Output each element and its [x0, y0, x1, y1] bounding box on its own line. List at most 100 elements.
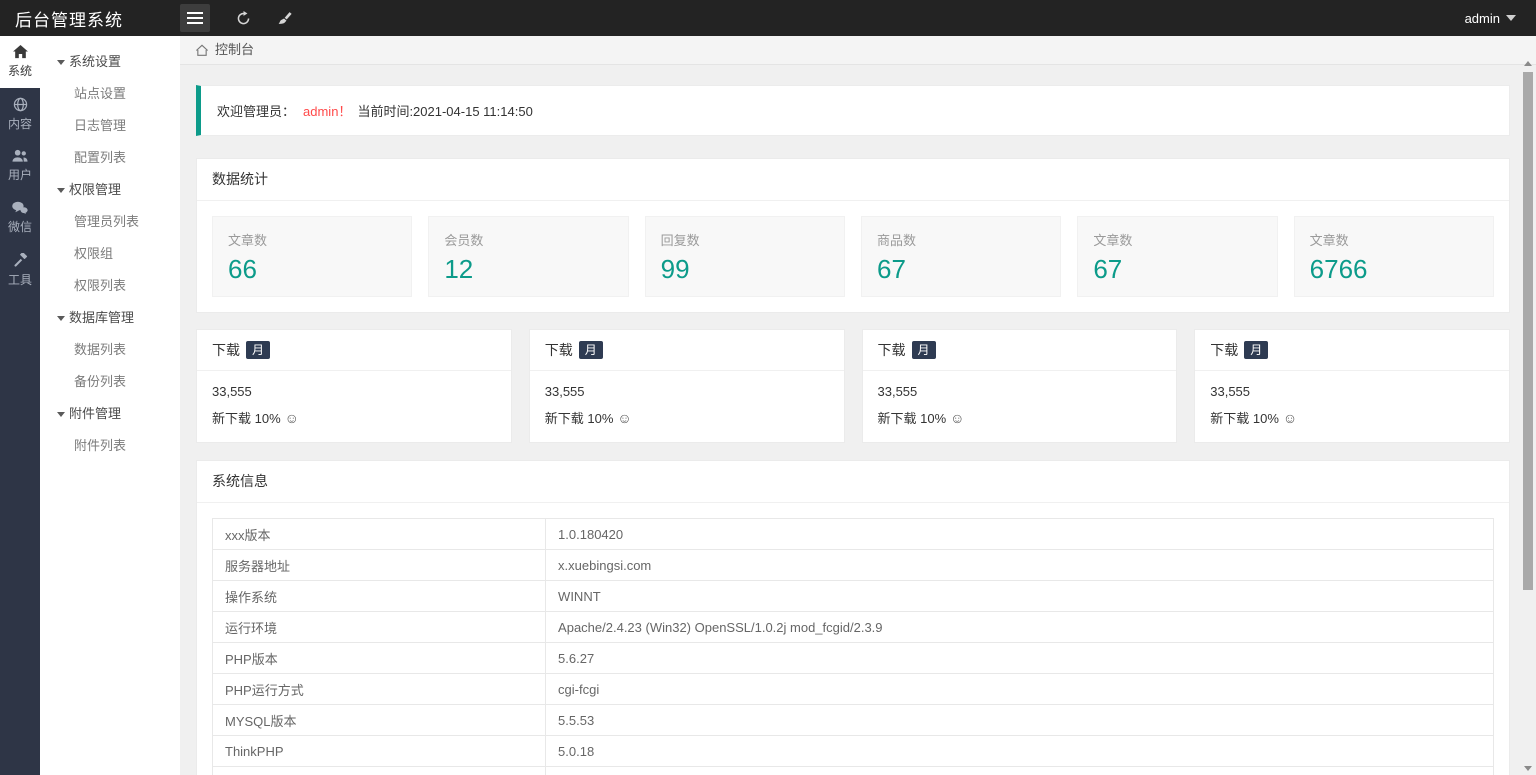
sidebar-group-attachment[interactable]: 附件管理	[40, 398, 180, 430]
caret-down-icon	[57, 315, 65, 321]
sidebar-item-backup-list[interactable]: 备份列表	[40, 366, 180, 398]
home-icon	[12, 45, 28, 59]
rail-item-content[interactable]: 内容	[0, 88, 40, 140]
table-row: PHP版本 5.6.27	[211, 642, 1494, 674]
icon-rail: 系统 内容 用户 微信 工具	[0, 36, 40, 775]
download-count: 33,555	[1210, 384, 1251, 399]
scroll-down-icon[interactable]	[1524, 766, 1532, 771]
sidebar: 系统设置 站点设置 日志管理 配置列表 权限管理 管理员列表 权限组 权限列表 …	[40, 36, 180, 775]
sidebar-group-system-settings[interactable]: 系统设置	[40, 46, 180, 78]
stat-card-products: 商品数 67	[860, 216, 1062, 297]
system-info-panel: 系统信息 xxx版本 1.0.180420 服务器地址 x.xuebingsi.co…	[196, 460, 1510, 775]
rail-item-wechat[interactable]: 微信	[0, 192, 40, 244]
smiley-icon: ☺	[617, 409, 632, 426]
stats-panel: 数据统计 文章数 66 会员数 12 回复数 99 商品数 67 文章数 67 …	[196, 158, 1510, 313]
smiley-icon: ☺	[1282, 409, 1298, 426]
hamburger-icon	[187, 12, 203, 14]
chevron-down-icon	[1506, 15, 1516, 21]
main-area: 控制台 欢迎管理员： admin！ 当前时间:2021-04-15 11:14:50…	[180, 36, 1536, 775]
stats-panel-title: 数据统计	[197, 159, 1509, 201]
admin-dashboard: 后台管理系统 admin 系统 内容 用户 微信 工具 系统设置 站点设置 日志…	[0, 0, 1536, 775]
download-card: 下载月 33,555 新下载 10% ☺	[528, 329, 845, 443]
month-badge: 月	[578, 340, 603, 360]
system-info-table: xxx版本 1.0.180420 服务器地址 x.xuebingsi.com 操作系…	[211, 518, 1494, 775]
table-row: 操作系统 WINNT	[211, 580, 1494, 612]
users-icon	[12, 149, 28, 162]
sidebar-item-data-list[interactable]: 数据列表	[40, 334, 180, 366]
welcome-prefix: 欢迎管理员：	[217, 104, 296, 119]
scroll-up-icon[interactable]	[1524, 61, 1532, 66]
table-row: MYSQL版本 5.5.53	[211, 704, 1494, 736]
clean-cache-icon[interactable]	[277, 11, 292, 26]
rail-item-label: 微信	[7, 220, 32, 234]
table-row: 运行环境 Apache/2.4.23 (Win32) OpenSSL/1.0.2j…	[211, 611, 1494, 643]
rail-item-label: 内容	[7, 116, 32, 131]
new-download-text: 新下载 10%	[212, 411, 281, 426]
table-row: xxx版本 1.0.180420	[211, 518, 1494, 550]
stat-card-replies: 回复数 99	[644, 216, 845, 297]
download-count: 33,555	[212, 384, 252, 399]
refresh-icon[interactable]	[236, 10, 251, 26]
breadcrumb-item-console[interactable]: 控制台	[215, 36, 254, 64]
sidebar-item-permission-list[interactable]: 权限列表	[40, 270, 180, 302]
new-download-text: 新下载 10%	[1210, 411, 1279, 426]
globe-icon	[13, 97, 27, 111]
welcome-banner: 欢迎管理员： admin！ 当前时间:2021-04-15 11:14:50	[196, 85, 1510, 136]
user-menu[interactable]: admin	[1465, 11, 1516, 26]
sidebar-item-admin-list[interactable]: 管理员列表	[40, 206, 180, 238]
app-title: 后台管理系统	[15, 10, 123, 30]
table-row: ThinkPHP 5.0.18	[211, 735, 1494, 767]
system-info-title: 系统信息	[197, 461, 1509, 503]
download-card: 下载月 33,555 新下载 10% ☺	[861, 329, 1178, 443]
rail-item-tools[interactable]: 工具	[0, 244, 40, 296]
download-count: 33,555	[877, 384, 918, 399]
sidebar-item-permission-group[interactable]: 权限组	[40, 238, 180, 270]
download-count: 33,555	[544, 384, 585, 399]
table-row: 服务器地址 x.xuebingsi.com	[211, 549, 1494, 581]
sidebar-item-config-list[interactable]: 配置列表	[40, 142, 180, 174]
vertical-scrollbar[interactable]	[1522, 55, 1534, 775]
menu-toggle-button[interactable]	[180, 4, 210, 32]
sidebar-group-permission[interactable]: 权限管理	[40, 174, 180, 206]
smiley-icon: ☺	[284, 409, 299, 426]
scrollbar-thumb[interactable]	[1523, 72, 1533, 590]
topbar-tools	[180, 4, 292, 32]
rail-item-label: 用户	[7, 168, 32, 182]
sidebar-item-site-settings[interactable]: 站点设置	[40, 78, 180, 110]
month-badge: 月	[246, 340, 271, 360]
stat-card-articles-2: 文章数 67	[1077, 216, 1278, 297]
rail-item-users[interactable]: 用户	[0, 140, 40, 192]
user-name: admin	[1464, 10, 1500, 26]
new-download-text: 新下载 10%	[877, 411, 947, 426]
month-badge: 月	[911, 340, 936, 360]
content: 欢迎管理员： admin！ 当前时间:2021-04-15 11:14:50 数据统…	[180, 65, 1536, 775]
smiley-icon: ☺	[950, 409, 965, 426]
download-card: 下载月 33,555 新下载 10% ☺	[1194, 329, 1510, 443]
welcome-username: admin！	[303, 104, 352, 119]
stats-grid: 文章数 66 会员数 12 回复数 99 商品数 67 文章数 67 文章数 6…	[197, 201, 1509, 312]
download-card: 下载月 33,555 新下载 10% ☺	[196, 329, 512, 443]
home-outline-icon	[195, 44, 209, 56]
stat-card-articles-3: 文章数 6766	[1293, 216, 1494, 297]
chat-icon	[12, 201, 28, 215]
topbar: 后台管理系统 admin	[0, 0, 1536, 36]
caret-down-icon	[57, 411, 65, 417]
breadcrumb: 控制台	[180, 36, 1536, 65]
table-row: 上传附件限制2M	[211, 766, 1494, 775]
sidebar-item-attachment-list[interactable]: 附件列表	[40, 430, 180, 462]
rail-item-system[interactable]: 系统	[0, 36, 40, 88]
welcome-time: 当前时间:2021-04-15 11:14:50	[357, 104, 533, 119]
tool-icon	[13, 252, 27, 267]
rail-item-label: 工具	[7, 272, 32, 287]
stat-card-articles: 文章数 66	[212, 216, 413, 297]
new-download-text: 新下载 10%	[544, 411, 614, 426]
caret-down-icon	[57, 187, 65, 193]
month-badge: 月	[1244, 340, 1269, 360]
sidebar-group-database[interactable]: 数据库管理	[40, 302, 180, 334]
stat-card-members: 会员数 12	[428, 216, 629, 297]
rail-item-label: 系统	[7, 64, 32, 78]
sidebar-item-log-management[interactable]: 日志管理	[40, 110, 180, 142]
table-row: PHP运行方式 cgi-fcgi	[211, 673, 1494, 705]
caret-down-icon	[57, 59, 65, 65]
download-cards-row: 下载月 33,555 新下载 10% ☺ 下载月 33,555 新下载 10% ☺ …	[196, 329, 1510, 443]
